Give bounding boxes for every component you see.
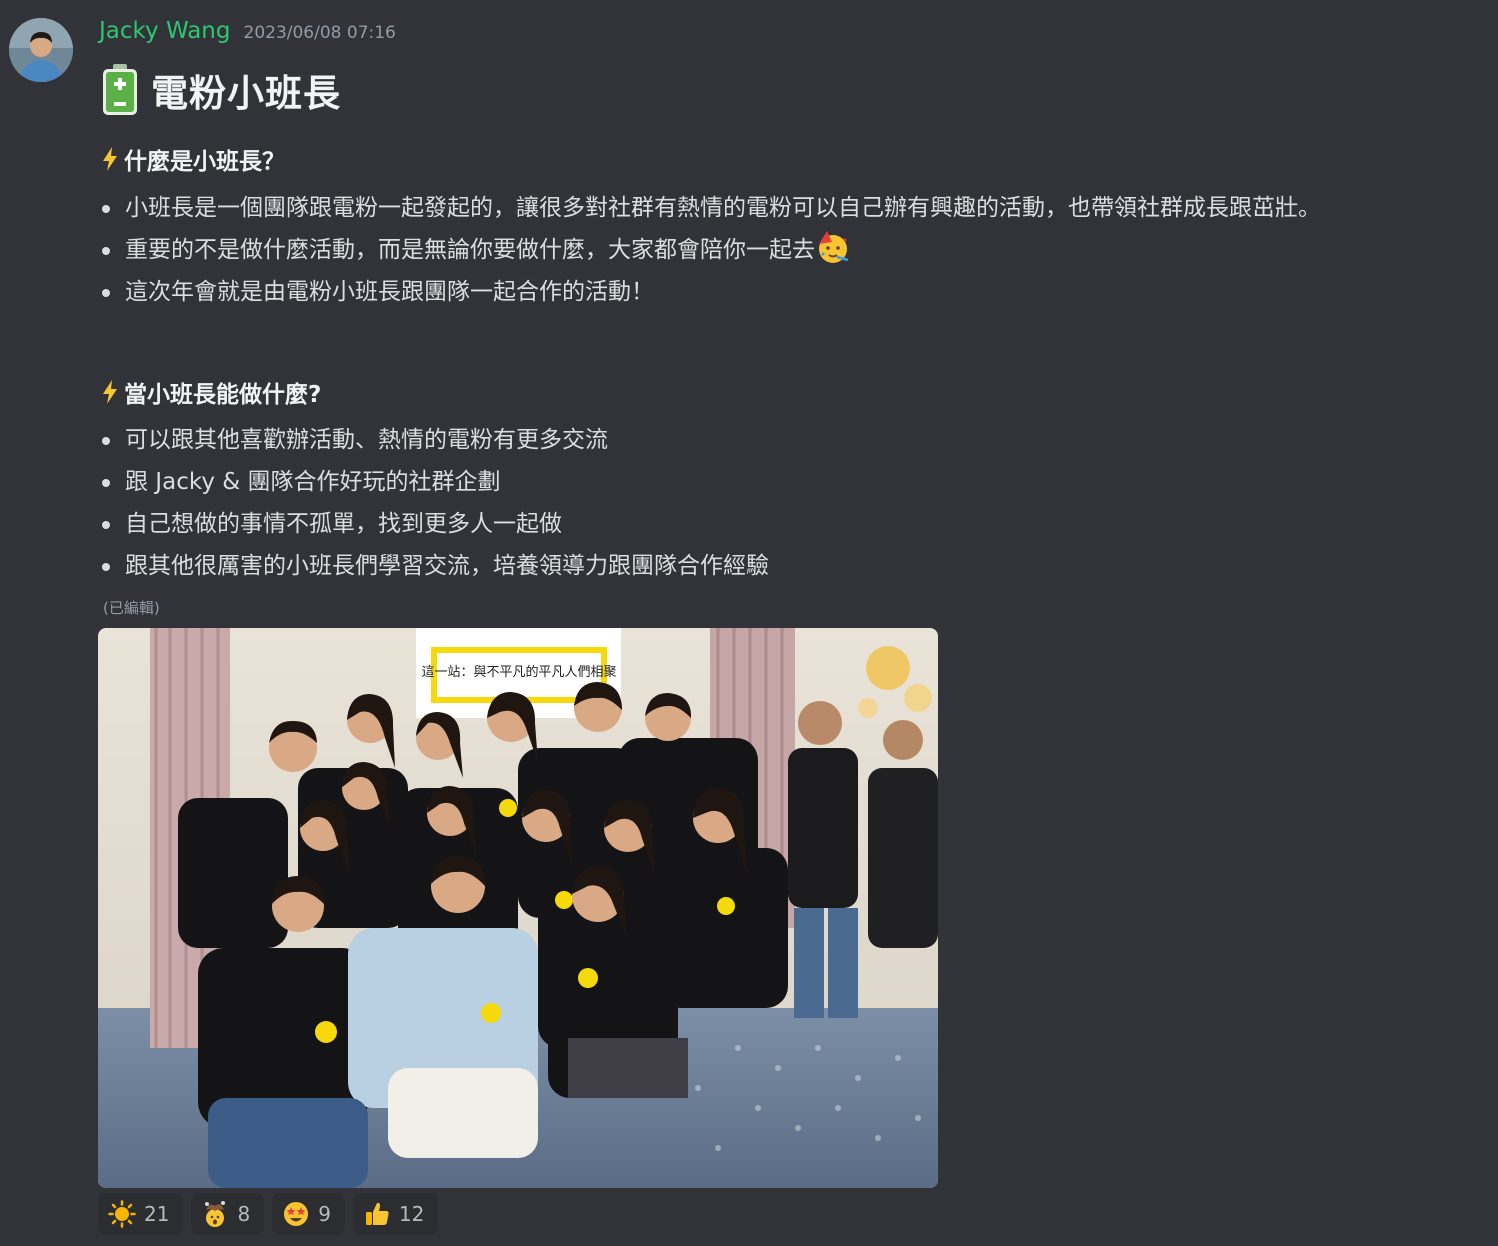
list-item: 重要的不是做什麼活動，而是無論你要做什麼，大家都會陪你一起去 bbox=[101, 229, 1321, 271]
section-heading-benefits: 當小班長能做什麼? bbox=[101, 375, 321, 409]
bullet-list-benefits: 可以跟其他喜歡辦活動、熱情的電粉有更多交流 跟 Jacky & 團隊合作好玩的社… bbox=[101, 419, 769, 587]
section-heading-text: 當小班長能做什麼? bbox=[124, 382, 322, 408]
list-item: 可以跟其他喜歡辦活動、熱情的電粉有更多交流 bbox=[101, 419, 769, 461]
reaction-sun[interactable]: 21 bbox=[98, 1193, 184, 1235]
list-item: 自己想做的事情不孤單，找到更多人一起做 bbox=[101, 503, 769, 545]
bullet-list-what: 小班長是一個團隊跟電粉一起發起的，讓很多對社群有熱情的電粉可以自己辦有興趣的活動… bbox=[101, 187, 1321, 313]
chat-message: Jacky Wang 2023/06/08 07:16 電粉小班長 什麼是小班長… bbox=[0, 0, 1498, 1246]
list-item: 跟其他很厲害的小班長們學習交流，培養領導力跟團隊合作經驗 bbox=[101, 545, 769, 587]
post-title-row: 電粉小班長 bbox=[101, 62, 341, 118]
message-header: Jacky Wang 2023/06/08 07:16 bbox=[99, 18, 396, 48]
reaction-mind-blown[interactable]: 8 bbox=[191, 1193, 265, 1235]
mind-blown-icon bbox=[205, 1201, 226, 1227]
reaction-star-struck[interactable]: 9 bbox=[272, 1193, 345, 1235]
lightning-bolt-icon bbox=[103, 380, 117, 404]
reaction-count: 12 bbox=[398, 1202, 425, 1226]
avatar-photo-icon bbox=[9, 18, 73, 82]
reaction-count: 9 bbox=[318, 1202, 331, 1226]
author-avatar[interactable] bbox=[9, 18, 73, 82]
list-item: 這次年會就是由電粉小班長跟團隊一起合作的活動！ bbox=[101, 271, 1321, 313]
list-item-text: 重要的不是做什麼活動，而是無論你要做什麼，大家都會陪你一起去 bbox=[125, 237, 815, 263]
partying-face-icon bbox=[819, 231, 849, 263]
post-title: 電粉小班長 bbox=[151, 72, 341, 115]
sun-icon bbox=[108, 1200, 136, 1228]
star-struck-icon bbox=[284, 1202, 309, 1226]
message-timestamp[interactable]: 2023/06/08 07:16 bbox=[244, 23, 396, 43]
section-heading-text: 什麼是小班長？ bbox=[124, 149, 285, 175]
reaction-bar: 21 8 9 12 bbox=[98, 1193, 439, 1235]
author-name[interactable]: Jacky Wang bbox=[99, 18, 231, 44]
sign-text: 這一站：與不平凡的平凡人們相聚 bbox=[421, 664, 616, 680]
section-heading-what: 什麼是小班長？ bbox=[101, 142, 285, 176]
group-photo: 這一站：與不平凡的平凡人們相聚 bbox=[98, 628, 938, 1188]
reaction-count: 8 bbox=[237, 1202, 251, 1226]
list-item: 跟 Jacky & 團隊合作好玩的社群企劃 bbox=[101, 461, 769, 503]
reaction-thumbs-up[interactable]: 12 bbox=[352, 1193, 439, 1235]
lightning-bolt-icon bbox=[103, 147, 117, 171]
attachment-image[interactable]: 這一站：與不平凡的平凡人們相聚 bbox=[98, 628, 938, 1188]
edited-label: (已編輯) bbox=[103, 599, 160, 617]
reaction-count: 21 bbox=[144, 1202, 170, 1226]
battery-icon bbox=[103, 64, 137, 115]
list-item: 小班長是一個團隊跟電粉一起發起的，讓很多對社群有熱情的電粉可以自己辦有興趣的活動… bbox=[101, 187, 1321, 229]
thumbs-up-icon bbox=[365, 1202, 389, 1225]
